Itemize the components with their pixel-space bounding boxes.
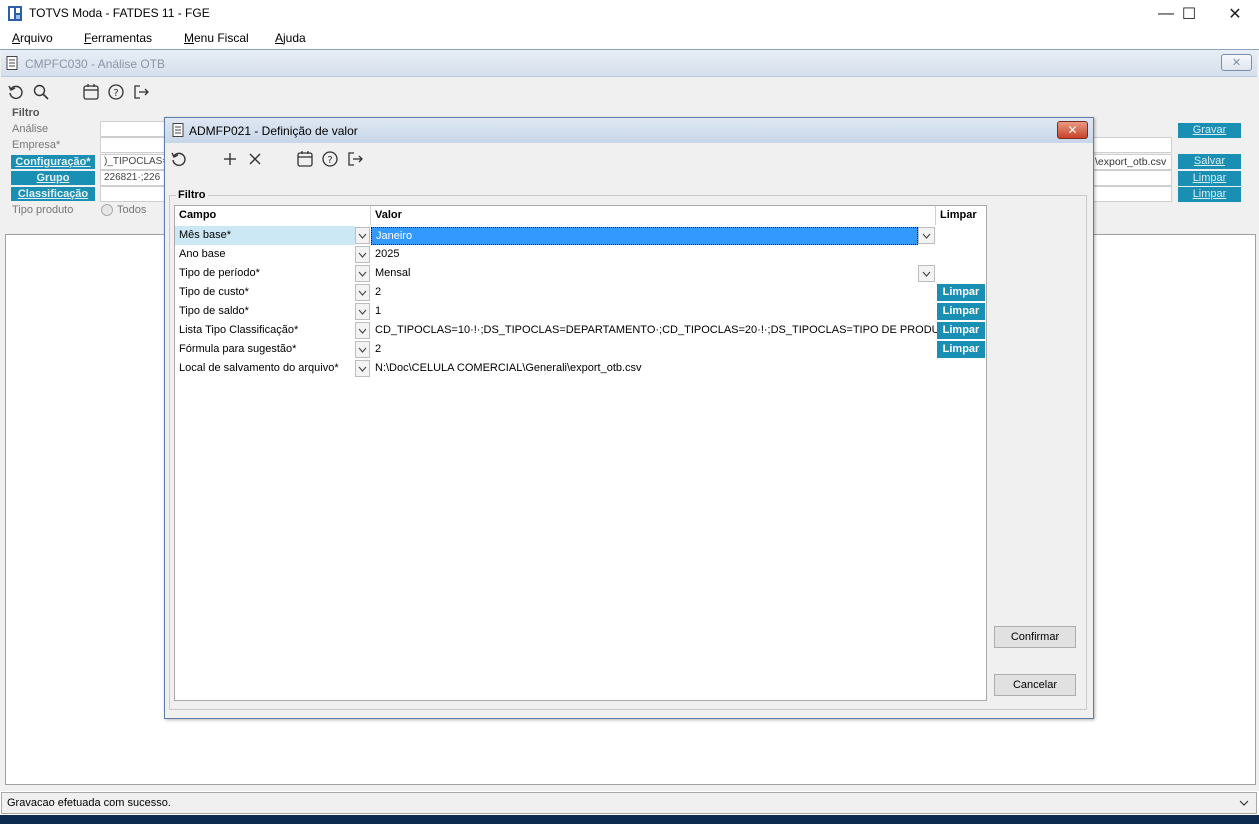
tipo-produto-label: Tipo produto (12, 204, 74, 216)
analise-label: Análise (12, 123, 49, 135)
refresh-icon[interactable] (170, 150, 188, 168)
menu-fiscal[interactable]: Menu Fiscal (184, 31, 249, 45)
grid-row-value[interactable]: 2 (371, 283, 381, 302)
exit-icon[interactable] (132, 83, 150, 101)
document-icon (6, 56, 19, 70)
configuracao-field[interactable]: )_TIPOCLAS= (100, 154, 168, 170)
grid-row-label[interactable]: Fórmula para sugestão* (175, 340, 355, 359)
grid-row-value[interactable]: CD_TIPOCLAS=10·!·;DS_TIPOCLAS=DEPARTAMEN… (371, 321, 955, 340)
grid-row-label[interactable]: Mês base* (175, 226, 355, 245)
right-field-1[interactable] (1092, 137, 1172, 153)
grid-row-label[interactable]: Ano base (175, 245, 355, 264)
configuracao-button[interactable]: Configuração* (11, 155, 95, 169)
calendar-icon[interactable] (82, 83, 100, 101)
grid-row-value[interactable]: Mensal (371, 264, 410, 283)
help-icon[interactable]: ? (107, 83, 125, 101)
grid-row-value[interactable]: 2025 (371, 245, 399, 264)
todos-label: Todos (117, 204, 147, 216)
maximize-button[interactable]: ☐ (1166, 0, 1212, 28)
cmp-window-title-bar (1, 50, 1257, 77)
filter-group-label: Filtro (176, 189, 208, 201)
grid-row-value[interactable]: 2 (371, 340, 381, 359)
limpar-row-button[interactable]: Limpar (937, 303, 985, 320)
status-bar (1, 792, 1257, 814)
classificacao-field[interactable] (100, 186, 168, 202)
menu-arquivo[interactable]: Arquivo (12, 31, 53, 45)
classificacao-button[interactable]: Classificação (11, 187, 95, 201)
limpar-row-button[interactable]: Limpar (937, 341, 985, 358)
status-text: Gravacao efetuada com sucesso. (7, 797, 171, 809)
column-header-campo[interactable]: Campo (175, 206, 371, 225)
limpar-row-button[interactable]: Limpar (937, 322, 985, 339)
limpar-row-button[interactable]: Limpar (937, 284, 985, 301)
chevron-down-icon[interactable] (355, 265, 370, 282)
todos-radio[interactable] (101, 204, 113, 216)
cmp-window-title: CMPFC030 - Análise OTB (25, 57, 166, 71)
add-icon[interactable] (221, 150, 239, 168)
calendar-icon[interactable] (296, 150, 314, 168)
cmp-filter-label: Filtro (12, 107, 40, 119)
menu-ajuda[interactable]: Ajuda (275, 31, 306, 45)
close-button[interactable]: ✕ (1212, 0, 1258, 28)
grupo-field[interactable]: 226821·;226 (100, 170, 168, 186)
help-icon[interactable]: ? (321, 150, 339, 168)
grid-row-label[interactable]: Tipo de período* (175, 264, 355, 283)
dialog-title: ADMFP021 - Definição de valor (189, 124, 358, 138)
chevron-down-icon[interactable] (355, 341, 370, 358)
confirmar-button[interactable]: Confirmar (994, 626, 1076, 648)
grid-row-value[interactable]: Janeiro (371, 227, 918, 245)
column-header-limpar[interactable]: Limpar (936, 206, 986, 225)
export-path-field[interactable]: \export_otb.csv (1092, 154, 1172, 170)
grid-row-label[interactable]: Tipo de saldo* (175, 302, 355, 321)
search-icon[interactable] (32, 83, 50, 101)
chevron-down-icon[interactable] (355, 303, 370, 320)
svg-text:?: ? (113, 88, 118, 99)
chevron-down-icon[interactable] (355, 227, 370, 244)
empresa-label: Empresa* (12, 139, 61, 151)
right-field-3[interactable] (1092, 186, 1172, 202)
grid-row-label[interactable]: Lista Tipo Classificação* (175, 321, 355, 340)
chevron-down-icon[interactable] (918, 227, 935, 244)
chevron-down-icon[interactable] (355, 284, 370, 301)
chevron-down-icon[interactable] (355, 246, 370, 263)
grid-row-label[interactable]: Tipo de custo* (175, 283, 355, 302)
grid-row-value[interactable]: 1 (371, 302, 381, 321)
column-header-valor[interactable]: Valor (371, 206, 936, 225)
svg-text:?: ? (327, 155, 332, 166)
salvar-button[interactable]: Salvar (1178, 154, 1241, 169)
chevron-down-icon[interactable] (1236, 795, 1252, 811)
taskbar-strip (0, 815, 1259, 824)
limpar-classificacao-button[interactable]: Limpar (1178, 187, 1241, 202)
gravar-button[interactable]: Gravar (1178, 123, 1241, 138)
dialog-close-button[interactable]: ✕ (1057, 121, 1088, 139)
menu-ferramentas[interactable]: Ferramentas (84, 31, 152, 45)
cancelar-button[interactable]: Cancelar (994, 674, 1076, 696)
refresh-icon[interactable] (7, 83, 25, 101)
chevron-down-icon[interactable] (918, 265, 935, 282)
app-logo-icon (8, 6, 22, 21)
exit-icon[interactable] (346, 150, 364, 168)
delete-icon[interactable] (246, 150, 264, 168)
chevron-down-icon[interactable] (355, 360, 370, 377)
analise-field[interactable] (100, 121, 168, 137)
grid-row-label[interactable]: Local de salvamento do arquivo* (175, 359, 355, 378)
empresa-field[interactable] (100, 137, 168, 153)
grid-row-value[interactable]: N:\Doc\CELULA COMERCIAL\Generali\export_… (371, 359, 642, 378)
app-title: TOTVS Moda - FATDES 11 - FGE (29, 6, 210, 20)
grupo-button[interactable]: Grupo (11, 171, 95, 185)
cmp-close-button[interactable]: ✕ (1221, 54, 1252, 71)
document-icon (172, 123, 185, 137)
limpar-grupo-button[interactable]: Limpar (1178, 171, 1241, 186)
right-field-2[interactable] (1092, 170, 1172, 186)
chevron-down-icon[interactable] (355, 322, 370, 339)
